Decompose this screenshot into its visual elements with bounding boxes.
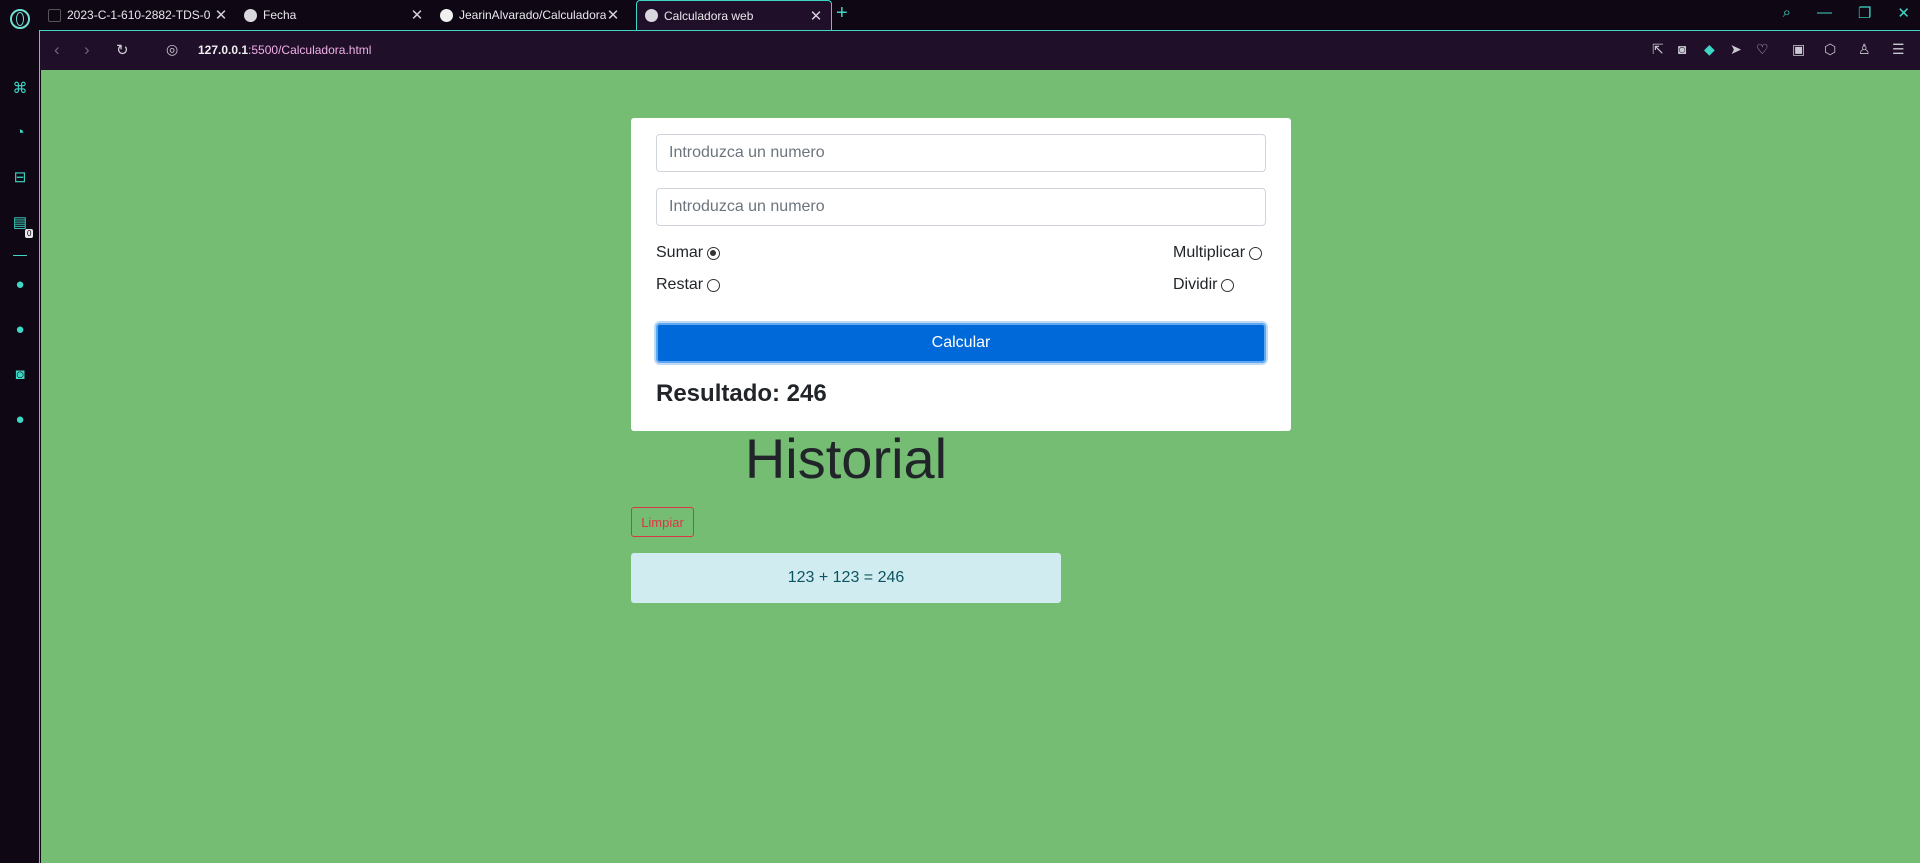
option-label: Dividir [1173, 276, 1218, 293]
send-icon[interactable]: ➤ [1730, 41, 1742, 58]
search-icon[interactable]: ⌕ [1783, 4, 1791, 22]
new-tab-button[interactable]: + [836, 2, 848, 25]
instagram-icon[interactable]: ◙ [11, 366, 29, 384]
globe-icon [645, 9, 658, 22]
tab-label: Calculadora web [664, 8, 754, 23]
url-field[interactable]: 127.0.0.1:5500/Calculadora.html [198, 43, 371, 57]
url-path: :5500/Calculadora.html [248, 43, 372, 57]
document-icon [48, 8, 61, 22]
shield-icon[interactable]: ◆ [1704, 41, 1715, 58]
telegram-icon[interactable]: ● [11, 321, 29, 339]
whatsapp-icon[interactable]: ● [11, 276, 29, 294]
profile-icon[interactable]: ♙ [1858, 41, 1871, 58]
calculate-button[interactable]: Calcular [656, 323, 1266, 363]
clear-history-button[interactable]: Limpiar [631, 507, 694, 537]
extension-icon[interactable]: ▣ [1792, 41, 1805, 58]
history-item: 123 + 123 = 246 [631, 553, 1061, 603]
tab-fecha[interactable]: Fecha ✕ [236, 0, 432, 30]
speedometer-icon[interactable]: ◔ [11, 124, 29, 142]
url-host: 127.0.0.1 [198, 43, 249, 57]
github-icon [440, 8, 453, 22]
web-page: Sumar Restar Multiplicar Dividir Calcula… [41, 70, 1920, 863]
radio-dividir[interactable] [1221, 278, 1235, 292]
site-info-icon[interactable]: ◎ [166, 41, 178, 58]
tab-label: 2023-C-1-610-2882-TDS-0 [67, 8, 211, 22]
number-input-1[interactable] [656, 134, 1266, 172]
close-icon[interactable]: ✕ [410, 6, 424, 24]
globe-icon [244, 8, 257, 22]
cube-icon[interactable]: ⬡ [1824, 41, 1836, 58]
share-icon[interactable]: ⇱ [1652, 41, 1664, 58]
tab-tds[interactable]: 2023-C-1-610-2882-TDS-0 ✕ [40, 0, 236, 30]
reload-icon[interactable]: ↻ [116, 41, 129, 59]
tab-calculadora-web[interactable]: Calculadora web ✕ [636, 0, 832, 30]
sidebar-divider [13, 255, 27, 256]
bag-icon[interactable]: ⊟ [11, 169, 29, 187]
close-window-icon[interactable]: ✕ [1897, 4, 1910, 22]
back-icon[interactable]: ‹ [54, 40, 60, 60]
option-label: Multiplicar [1173, 244, 1246, 261]
sidebar: ⌘ ◔ ⊟ ▤ 0 ● ● ◙ ● [0, 30, 40, 863]
window-controls: ⌕ — ❐ ✕ [1783, 4, 1910, 22]
gamepad-icon[interactable]: ⌘ [11, 80, 29, 98]
tab-label: JearinAlvarado/Calculadora [459, 8, 606, 22]
camera-icon[interactable]: ◙ [1678, 41, 1686, 57]
menu-icon[interactable]: ☰ [1892, 41, 1905, 58]
twitter-icon[interactable]: ● [11, 411, 29, 429]
opera-logo-icon[interactable] [10, 9, 30, 29]
calculator-card: Sumar Restar Multiplicar Dividir Calcula… [631, 118, 1291, 431]
tab-strip: 2023-C-1-610-2882-TDS-0 ✕ Fecha ✕ Jearin… [0, 0, 1920, 30]
close-icon[interactable]: ✕ [809, 7, 823, 25]
radio-multiplicar[interactable] [1249, 246, 1263, 260]
number-input-2[interactable] [656, 188, 1266, 226]
option-restar[interactable]: Restar [656, 276, 721, 294]
option-sumar[interactable]: Sumar [656, 244, 721, 262]
radio-restar[interactable] [707, 278, 721, 292]
option-multiplicar[interactable]: Multiplicar [1173, 244, 1263, 262]
tab-label: Fecha [263, 8, 297, 22]
address-bar: ‹ › ↻ ◎ 127.0.0.1:5500/Calculadora.html … [40, 30, 1920, 70]
result-text: Resultado: 246 [656, 380, 827, 407]
option-label: Sumar [656, 244, 704, 261]
close-icon[interactable]: ✕ [214, 6, 228, 24]
option-dividir[interactable]: Dividir [1173, 276, 1235, 294]
option-label: Restar [656, 276, 704, 293]
minimize-icon[interactable]: — [1817, 4, 1832, 22]
notification-badge: 0 [25, 229, 34, 238]
close-icon[interactable]: ✕ [606, 6, 620, 24]
tab-github[interactable]: JearinAlvarado/Calculadora ✕ [432, 0, 628, 30]
radio-sumar[interactable] [707, 246, 721, 260]
forward-icon[interactable]: › [84, 40, 90, 60]
heart-icon[interactable]: ♡ [1756, 41, 1769, 58]
history-title: Historial [744, 427, 948, 490]
restore-icon[interactable]: ❐ [1858, 4, 1871, 22]
